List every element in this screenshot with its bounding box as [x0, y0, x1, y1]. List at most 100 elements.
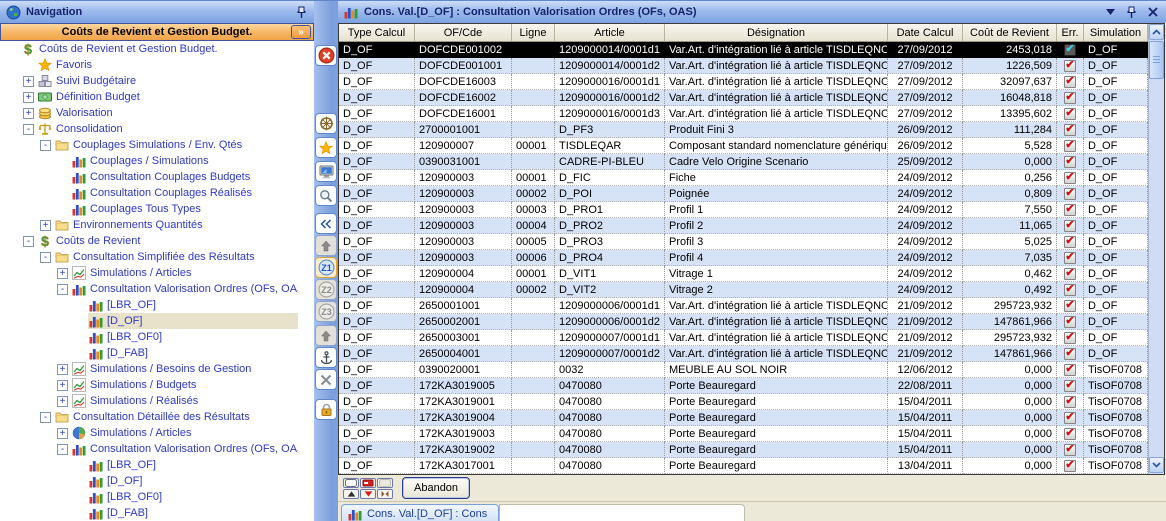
column-header-err[interactable]: Err.: [1057, 24, 1084, 41]
tree-expand-toggle[interactable]: -: [40, 412, 51, 423]
zoom-z3-button[interactable]: Z3: [315, 301, 337, 322]
error-checkbox[interactable]: ✔: [1064, 108, 1076, 120]
tree-item-consolidation[interactable]: -Consolidation: [0, 121, 314, 137]
column-header-co-t-de-revient[interactable]: Coût de Revient: [963, 24, 1057, 41]
error-checkbox[interactable]: ✔: [1064, 140, 1076, 152]
red-close-button[interactable]: [315, 45, 337, 66]
table-row-14[interactable]: D_OF12090000300006D_PRO4Profil 424/09/20…: [339, 250, 1148, 266]
module-header-expand-button[interactable]: »: [291, 25, 311, 39]
tree-expand-toggle[interactable]: +: [57, 268, 68, 279]
table-row-27[interactable]: D_OF172KA30170010470080Porte Beauregard1…: [339, 458, 1148, 474]
error-checkbox[interactable]: ✔: [1064, 76, 1076, 88]
error-checkbox[interactable]: ✔: [1064, 396, 1076, 408]
tree-item-simulations-articles[interactable]: +Simulations / Articles: [0, 425, 314, 441]
tree-item-couplages-tous-types[interactable]: Couplages Tous Types: [0, 201, 314, 217]
error-checkbox[interactable]: ✔: [1064, 44, 1076, 56]
error-checkbox[interactable]: ✔: [1064, 300, 1076, 312]
error-checkbox[interactable]: ✔: [1064, 60, 1076, 72]
error-checkbox[interactable]: ✔: [1064, 204, 1076, 216]
table-row-10[interactable]: D_OF12090000300002D_POIPoignée24/09/2012…: [339, 186, 1148, 202]
tree-expand-toggle[interactable]: +: [23, 108, 34, 119]
tree-expand-toggle[interactable]: -: [57, 284, 68, 295]
tree-expand-toggle[interactable]: -: [23, 124, 34, 135]
search-button[interactable]: [315, 185, 337, 206]
error-checkbox[interactable]: ✔: [1064, 220, 1076, 232]
table-row-17[interactable]: D_OF26500010011209000006/0001d1Var.Art. …: [339, 298, 1148, 314]
tree-expand-toggle[interactable]: -: [23, 236, 34, 247]
column-header-simulation[interactable]: Simulation: [1084, 24, 1148, 41]
error-checkbox[interactable]: ✔: [1064, 460, 1076, 472]
tree-item-consultation-couplages-budgets[interactable]: Consultation Couplages Budgets: [0, 169, 314, 185]
column-header-type-calcul[interactable]: Type Calcul: [339, 24, 415, 41]
error-checkbox[interactable]: ✔: [1064, 380, 1076, 392]
pin-icon[interactable]: [1126, 6, 1137, 19]
tree-item-consultation-simplifi-e-des-r-sultats[interactable]: -Consultation Simplifiée des Résultats: [0, 249, 314, 265]
tree-expand-toggle[interactable]: -: [40, 140, 51, 151]
tree-item-simulations-budgets[interactable]: +Simulations / Budgets: [0, 377, 314, 393]
error-checkbox[interactable]: ✔: [1064, 348, 1076, 360]
tree-item-d-fab[interactable]: [D_FAB]: [0, 505, 314, 521]
table-row-6[interactable]: D_OF2700001001D_PF3Produit Fini 326/09/2…: [339, 122, 1148, 138]
tree-item-suivi-budg-taire[interactable]: +Suivi Budgétaire: [0, 73, 314, 89]
column-header-ligne[interactable]: Ligne: [512, 24, 555, 41]
vertical-scrollbar[interactable]: [1148, 24, 1164, 474]
record-markers-button[interactable]: [377, 489, 393, 499]
tree-expand-toggle[interactable]: -: [40, 252, 51, 263]
error-checkbox[interactable]: ✔: [1064, 268, 1076, 280]
table-row-5[interactable]: D_OFDOFCDE160011209000016/0001d3Var.Art.…: [339, 106, 1148, 122]
tree-item-consultation-d-taill-e-des-r-sultats[interactable]: -Consultation Détaillée des Résultats: [0, 409, 314, 425]
tree-item-d-of[interactable]: [D_OF]: [0, 473, 314, 489]
error-checkbox[interactable]: ✔: [1064, 412, 1076, 424]
tree-item-d-finition-budget[interactable]: +Définition Budget: [0, 89, 314, 105]
record-box-button[interactable]: [343, 478, 359, 488]
zoom-z2-button[interactable]: Z2: [315, 279, 337, 300]
anchor-button[interactable]: [315, 347, 337, 368]
table-row-9[interactable]: D_OF12090000300001D_FICFiche24/09/20120,…: [339, 170, 1148, 186]
tree-expand-toggle[interactable]: -: [57, 444, 68, 455]
scroll-down-icon[interactable]: [1149, 457, 1164, 473]
error-checkbox[interactable]: ✔: [1064, 124, 1076, 136]
table-row-7[interactable]: D_OF12090000700001TISDLEQARComposant sta…: [339, 138, 1148, 154]
tree-item-favoris[interactable]: Favoris: [0, 57, 314, 73]
table-row-20[interactable]: D_OF26500040011209000007/0001d2Var.Art. …: [339, 346, 1148, 362]
close-icon[interactable]: [1148, 7, 1158, 17]
clear-button[interactable]: [315, 369, 337, 390]
error-checkbox[interactable]: ✔: [1064, 284, 1076, 296]
tree-expand-toggle[interactable]: +: [57, 380, 68, 391]
table-row-19[interactable]: D_OF26500030011209000007/0001d1Var.Art. …: [339, 330, 1148, 346]
workstation-button[interactable]: [315, 161, 337, 182]
tree-expand-toggle[interactable]: +: [40, 220, 51, 231]
scroll-up-icon[interactable]: [1149, 24, 1164, 40]
pin-icon[interactable]: [293, 4, 309, 20]
error-checkbox[interactable]: ✔: [1064, 316, 1076, 328]
lock-button[interactable]: [315, 399, 337, 420]
tree-item-co-ts-de-revient[interactable]: -$Coûts de Revient: [0, 233, 314, 249]
error-checkbox[interactable]: ✔: [1064, 364, 1076, 376]
column-header-date-calcul[interactable]: Date Calcul: [888, 24, 963, 41]
table-row-2[interactable]: D_OFDOFCDE0010011209000014/0001d2Var.Art…: [339, 58, 1148, 74]
tree-item-lbr-of[interactable]: [LBR_OF]: [0, 297, 314, 313]
table-row-12[interactable]: D_OF12090000300004D_PRO2Profil 224/09/20…: [339, 218, 1148, 234]
favorites-button[interactable]: [315, 137, 337, 158]
tab-cons-val-d-of[interactable]: Cons. Val.[D_OF] : Cons: [341, 504, 499, 521]
compass-wheel-button[interactable]: [315, 113, 337, 134]
move-up-2-button[interactable]: [315, 325, 337, 346]
table-row-13[interactable]: D_OF12090000300005D_PRO3Profil 324/09/20…: [339, 234, 1148, 250]
table-row-1[interactable]: D_OFDOFCDE0010021209000014/0001d1Var.Art…: [339, 42, 1148, 58]
error-checkbox[interactable]: ✔: [1064, 156, 1076, 168]
error-checkbox[interactable]: ✔: [1064, 172, 1076, 184]
table-row-11[interactable]: D_OF12090000300003D_PRO1Profil 124/09/20…: [339, 202, 1148, 218]
tree-item-simulations-articles[interactable]: +Simulations / Articles: [0, 265, 314, 281]
tree-item-valorisation[interactable]: +Valorisation: [0, 105, 314, 121]
table-row-25[interactable]: D_OF172KA30190030470080Porte Beauregard1…: [339, 426, 1148, 442]
column-header-article[interactable]: Article: [555, 24, 665, 41]
scrollbar-thumb[interactable]: [1149, 41, 1164, 79]
chevron-down-icon[interactable]: [1106, 9, 1115, 15]
column-header-of-cde[interactable]: OF/Cde: [415, 24, 512, 41]
tree-expand-toggle[interactable]: +: [23, 92, 34, 103]
tree-item-environnements-quantit-s[interactable]: +Environnements Quantités: [0, 217, 314, 233]
error-checkbox[interactable]: ✔: [1064, 444, 1076, 456]
tree-item-lbr-of0[interactable]: [LBR_OF0]: [0, 489, 314, 505]
tree-expand-toggle[interactable]: +: [57, 396, 68, 407]
table-row-24[interactable]: D_OF172KA30190040470080Porte Beauregard1…: [339, 410, 1148, 426]
